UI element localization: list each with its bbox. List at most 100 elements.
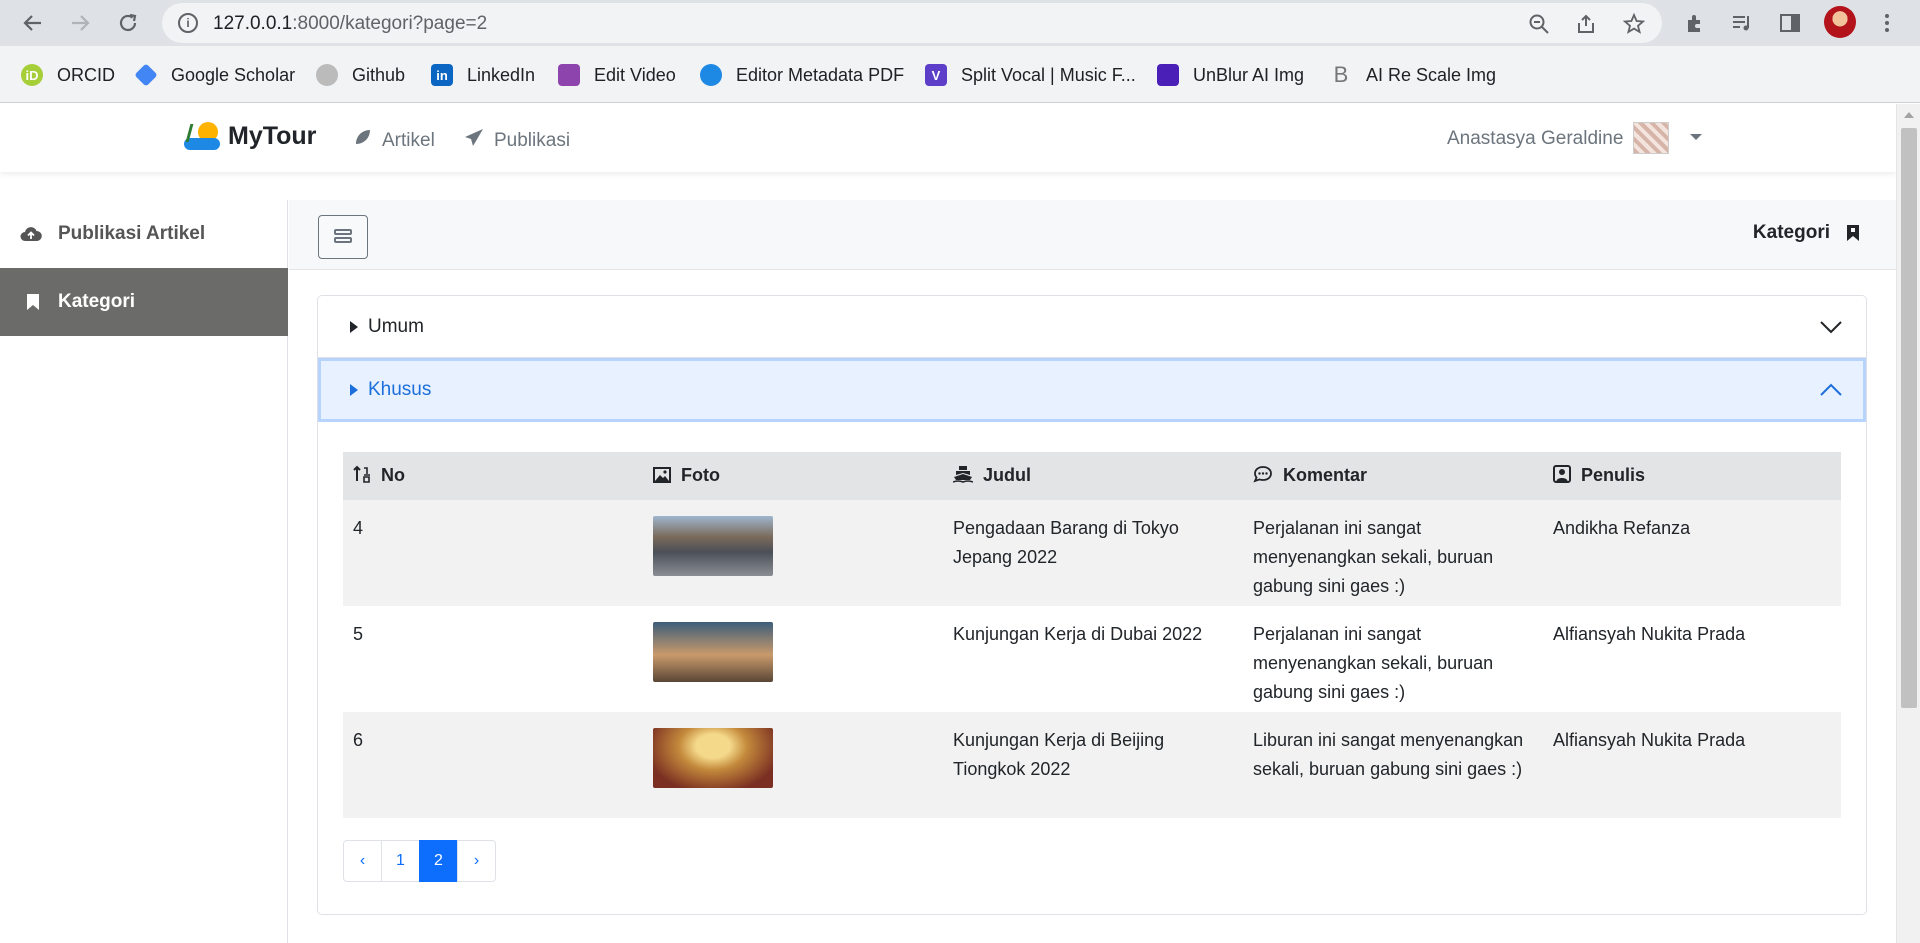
- bookmark-edit-video[interactable]: Edit Video: [558, 62, 676, 88]
- bookmark-editor-metadata-pdf[interactable]: Editor Metadata PDF: [700, 62, 904, 88]
- share-icon[interactable]: [1575, 13, 1597, 35]
- bookmark-ai-rescale[interactable]: B AI Re Scale Img: [1330, 62, 1496, 88]
- media-queue-icon[interactable]: [1727, 8, 1757, 38]
- bookmark-icon: [22, 293, 44, 311]
- tokyo-street-photo[interactable]: [653, 516, 773, 576]
- cloud-upload-icon: [20, 225, 42, 243]
- extensions-icon[interactable]: [1680, 8, 1710, 38]
- dubai-skyline-photo[interactable]: [653, 622, 773, 682]
- cell-judul: Kunjungan Kerja di Beijing Tiongkok 2022: [943, 712, 1243, 818]
- back-icon[interactable]: [18, 8, 48, 38]
- pagination-prev-button[interactable]: ‹: [343, 840, 382, 882]
- beijing-hall-photo[interactable]: [653, 728, 773, 788]
- table-row[interactable]: 5 Kunjungan Kerja di Dubai 2022 Perjalan…: [343, 606, 1841, 712]
- bookmark-split-vocal[interactable]: V Split Vocal | Music F...: [925, 62, 1136, 88]
- kebab-menu-icon[interactable]: [1872, 8, 1902, 38]
- sidebar-item-label: Publikasi Artikel: [58, 223, 206, 244]
- chevron-up-icon: [1820, 383, 1842, 396]
- cell-judul: Pengadaan Barang di Tokyo Jepang 2022: [943, 500, 1243, 606]
- nav-link-publikasi[interactable]: Publikasi: [464, 128, 570, 154]
- column-label: Foto: [681, 464, 720, 485]
- linkedin-icon: in: [431, 64, 453, 86]
- cell-no: 4: [343, 500, 643, 606]
- user-name[interactable]: Anastasya Geraldine: [1447, 128, 1623, 150]
- column-header-foto: Foto: [643, 452, 943, 500]
- people-icon: [700, 64, 722, 86]
- cell-judul: Kunjungan Kerja di Dubai 2022: [943, 606, 1243, 712]
- bookmark-icon: [1846, 224, 1860, 242]
- sidebar-item-kategori[interactable]: Kategori: [0, 268, 288, 336]
- reload-icon[interactable]: [113, 8, 143, 38]
- chevron-down-icon: [1820, 320, 1842, 333]
- column-label: Komentar: [1283, 464, 1368, 485]
- cell-foto: [643, 606, 943, 712]
- bookmark-star-icon[interactable]: [1623, 13, 1645, 35]
- sidebar-toggle-button[interactable]: [318, 215, 368, 259]
- sidebar-item-publikasi-artikel[interactable]: Publikasi Artikel: [0, 200, 288, 268]
- pagination-page-2[interactable]: 2: [419, 840, 458, 882]
- column-header-penulis: Penulis: [1543, 452, 1841, 500]
- bookmark-orcid[interactable]: iD ORCID: [21, 62, 115, 88]
- address-bar[interactable]: i 127.0.0.1:8000/kategori?page=2: [162, 3, 1662, 43]
- cell-foto: [643, 712, 943, 818]
- column-header-no: No: [343, 452, 643, 500]
- cell-no: 6: [343, 712, 643, 818]
- scrollbar-thumb[interactable]: [1901, 128, 1917, 708]
- caret-right-icon: [350, 320, 358, 333]
- zoom-icon[interactable]: [1528, 13, 1550, 35]
- accordion-item-khusus[interactable]: Khusus: [318, 358, 1866, 422]
- column-header-judul: Judul: [943, 452, 1243, 500]
- browser-profile-avatar[interactable]: [1824, 6, 1856, 38]
- column-label: Judul: [983, 464, 1031, 485]
- cell-no: 5: [343, 606, 643, 712]
- caret-down-icon[interactable]: [1690, 134, 1702, 140]
- top-navbar: MyTour Artikel Publikasi Anastasya Geral…: [0, 104, 1896, 172]
- bookmarks-bar: iD ORCID Google Scholar Github in LinkedIn…: [0, 46, 1920, 103]
- pagination: ‹ 1 2 ›: [343, 840, 496, 882]
- sidebar-item-label: Kategori: [58, 291, 136, 312]
- content-header: Kategori: [289, 200, 1896, 270]
- table-row[interactable]: 4 Pengadaan Barang di Tokyo Jepang 2022 …: [343, 500, 1841, 606]
- caret-right-icon: [350, 384, 358, 396]
- clapper-icon: [558, 64, 580, 86]
- brand[interactable]: MyTour: [184, 120, 316, 152]
- page-viewport: MyTour Artikel Publikasi Anastasya Geral…: [0, 104, 1896, 943]
- scroll-up-icon[interactable]: [1904, 112, 1914, 118]
- site-info-icon[interactable]: i: [178, 13, 198, 33]
- browser-toolbar: i 127.0.0.1:8000/kategori?page=2: [0, 0, 1920, 46]
- column-label: Penulis: [1581, 464, 1646, 485]
- pagination-page-1[interactable]: 1: [381, 840, 420, 882]
- sort-numeric-icon: [353, 465, 371, 488]
- image-icon: [653, 466, 671, 488]
- toggle-icon: [334, 229, 352, 245]
- accordion-label: Khusus: [368, 379, 432, 400]
- url-text[interactable]: 127.0.0.1:8000/kategori?page=2: [213, 13, 487, 35]
- cell-komentar: Perjalanan ini sangat menyenangkan sekal…: [1243, 606, 1543, 712]
- articles-table: No Foto Judul Komentar Penulis 4 Pengada…: [343, 452, 1841, 818]
- accordion-item-umum[interactable]: Umum: [318, 296, 1866, 358]
- forward-icon[interactable]: [65, 8, 95, 38]
- b-icon: B: [1333, 62, 1349, 87]
- google-scholar-icon: [134, 63, 158, 87]
- bookmark-unblur-ai[interactable]: UnBlur AI Img: [1157, 62, 1304, 88]
- nav-link-label: Publikasi: [494, 130, 571, 151]
- page-title: Kategori: [1753, 222, 1860, 244]
- mytour-logo-icon: [184, 120, 220, 152]
- nav-link-artikel[interactable]: Artikel: [352, 128, 435, 154]
- pagination-next-button[interactable]: ›: [457, 840, 496, 882]
- cell-penulis: Alfiansyah Nukita Prada: [1543, 712, 1841, 818]
- bookmark-linkedin[interactable]: in LinkedIn: [431, 62, 535, 88]
- column-label: No: [381, 464, 405, 485]
- cell-foto: [643, 500, 943, 606]
- github-icon: [316, 64, 338, 86]
- table-row[interactable]: 6 Kunjungan Kerja di Beijing Tiongkok 20…: [343, 712, 1841, 818]
- bookmark-github[interactable]: Github: [316, 62, 405, 88]
- cell-komentar: Perjalanan ini sangat menyenangkan sekal…: [1243, 500, 1543, 606]
- feather-icon: [352, 128, 372, 154]
- side-panel-icon[interactable]: [1775, 8, 1805, 38]
- comment-icon: [1253, 465, 1273, 488]
- user-avatar[interactable]: [1633, 122, 1669, 154]
- page-scrollbar[interactable]: [1896, 104, 1920, 943]
- bookmark-google-scholar[interactable]: Google Scholar: [134, 62, 295, 88]
- accordion-label: Umum: [368, 315, 424, 337]
